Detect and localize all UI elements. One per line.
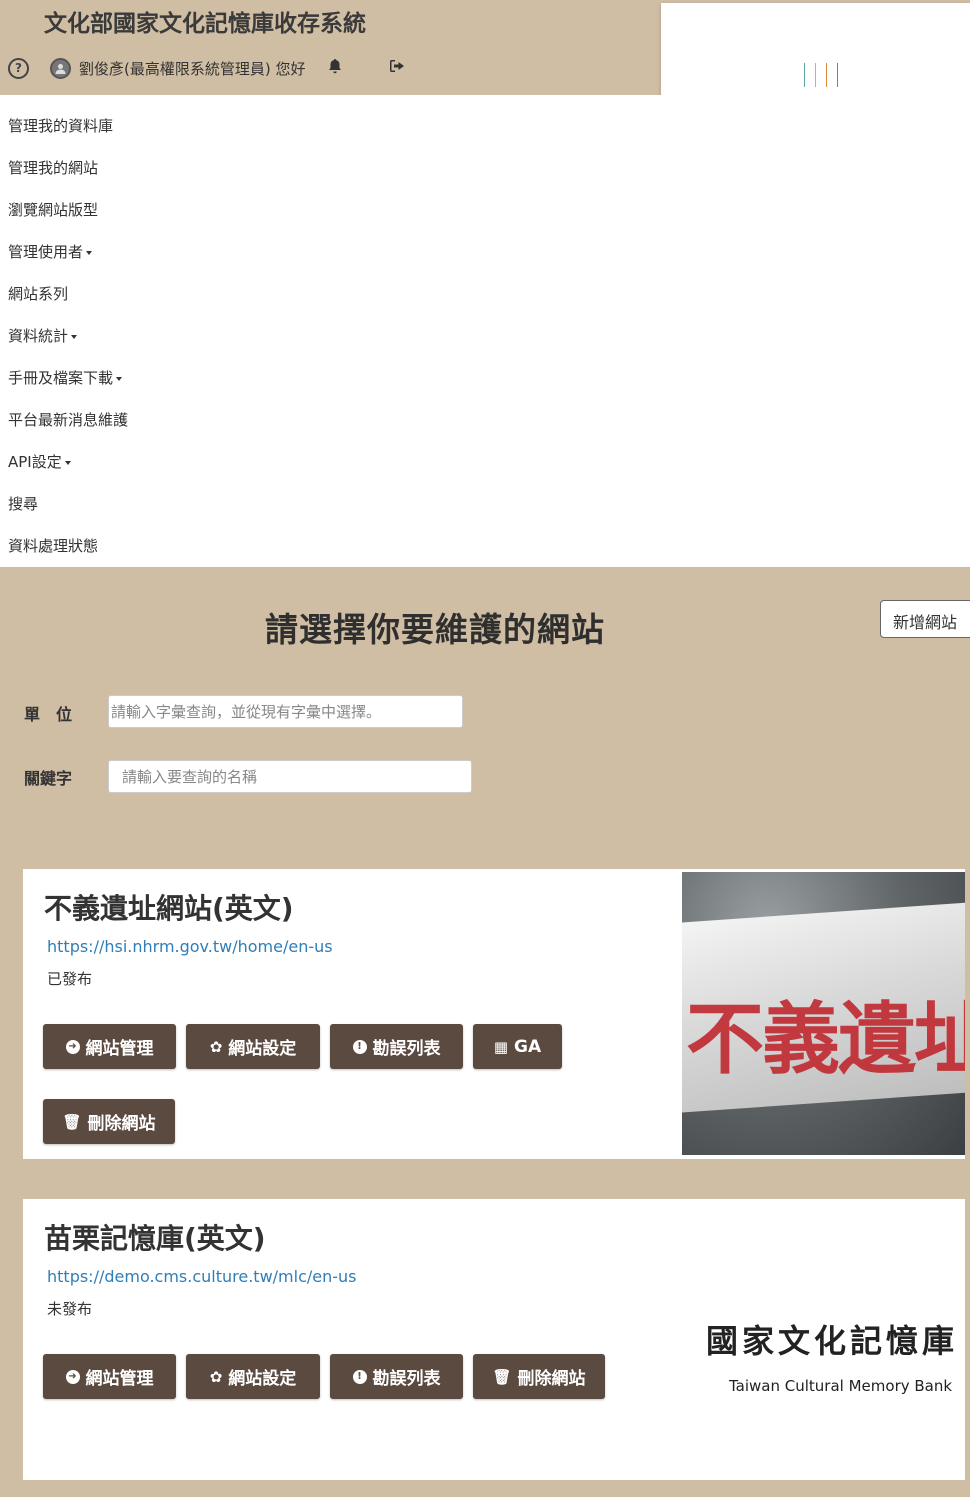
nav-item-processing-status[interactable]: 資料處理狀態 (8, 535, 98, 556)
unit-label: 單 位 (24, 705, 73, 724)
table-icon: ▦ (493, 1037, 509, 1056)
button-label: GA (514, 1036, 542, 1057)
arrow-circle-right-icon: ➜ (65, 1369, 80, 1384)
nav-item-label: 管理我的網站 (8, 159, 99, 177)
errata-list-button[interactable]: ! 勘誤列表 (330, 1354, 463, 1399)
nav-item-label: 網站系列 (8, 285, 69, 303)
site-card: 苗栗記憶庫(英文) https://demo.cms.culture.tw/ml… (23, 1199, 965, 1480)
exclamation-circle-icon: ! (352, 1369, 367, 1384)
site-status: 未發布 (47, 1300, 93, 1318)
site-url-link[interactable]: https://hsi.nhrm.gov.tw/home/en-us (47, 937, 333, 956)
button-label: 網站設定 (228, 1369, 297, 1389)
nav-item-statistics[interactable]: 資料統計 (8, 325, 78, 346)
trash-icon: 🗑 (492, 1367, 512, 1386)
site-settings-button[interactable]: ✿ 網站設定 (186, 1024, 320, 1069)
button-label: 刪除網站 (87, 1114, 156, 1134)
gear-icon: ✿ (209, 1367, 223, 1386)
logout-icon[interactable] (389, 59, 405, 77)
thumbnail-text: 不義遺址 (686, 994, 965, 1085)
arrow-circle-right-icon: ➜ (65, 1039, 80, 1054)
nav-item-search[interactable]: 搜尋 (8, 493, 38, 514)
user-greeting: 劉俊彥(最高權限系統管理員) 您好 (79, 59, 306, 78)
unit-input[interactable] (108, 695, 463, 728)
caret-down-icon (64, 460, 71, 465)
button-label: 網站管理 (85, 1369, 154, 1389)
nav-item-api-settings[interactable]: API設定 (8, 451, 71, 472)
delete-site-button[interactable]: 🗑 刪除網站 (43, 1099, 175, 1144)
nav-item-label: 資料處理狀態 (8, 537, 99, 555)
manage-site-button[interactable]: ➜ 網站管理 (43, 1354, 176, 1399)
logo-bar (837, 63, 838, 87)
button-label: 網站管理 (85, 1039, 154, 1059)
logo-bar (804, 63, 805, 87)
nav-item-downloads[interactable]: 手冊及檔案下載 (8, 367, 123, 388)
nav-item-label: 資料統計 (8, 327, 69, 345)
site-thumbnail-image: 不義遺址 (682, 872, 965, 1155)
trash-icon: 🗑 (62, 1112, 82, 1131)
site-settings-button[interactable]: ✿ 網站設定 (186, 1354, 320, 1399)
button-label: 刪除網站 (517, 1369, 586, 1389)
errata-list-button[interactable]: ! 勘誤列表 (330, 1024, 463, 1069)
nav-item-manage-site[interactable]: 管理我的網站 (8, 157, 98, 178)
nav-item-label: 管理使用者 (8, 243, 84, 261)
nav-item-site-series[interactable]: 網站系列 (8, 283, 68, 304)
main-nav: 管理我的資料庫 管理我的網站 瀏覽網站版型 管理使用者 網站系列 資料統計 手冊… (0, 95, 970, 567)
logo-bar (826, 63, 827, 87)
app-title: 文化部國家文化記憶庫收存系統 (44, 11, 366, 37)
caret-down-icon (71, 334, 78, 339)
site-title: 苗栗記憶庫(英文) (44, 1222, 266, 1255)
nav-item-news-maintenance[interactable]: 平台最新消息維護 (8, 409, 128, 430)
delete-site-button[interactable]: 🗑 刪除網站 (473, 1354, 605, 1399)
notification-bell-icon[interactable] (327, 58, 343, 79)
keyword-input[interactable] (108, 760, 472, 793)
brand-logo-english: Taiwan Cultural Memory Bank (729, 1377, 953, 1395)
ga-button[interactable]: ▦ GA (473, 1024, 562, 1069)
site-card: 不義遺址網站(英文) https://hsi.nhrm.gov.tw/home/… (23, 869, 965, 1159)
nav-item-label: 平台最新消息維護 (8, 411, 129, 429)
nav-item-manage-users[interactable]: 管理使用者 (8, 241, 93, 262)
site-status: 已發布 (47, 970, 93, 988)
brand-logo-chinese: 國家文化記憶庫 (706, 1322, 959, 1360)
site-title: 不義遺址網站(英文) (44, 892, 294, 925)
nav-item-label: 瀏覽網站版型 (8, 201, 99, 219)
page-title: 請選擇你要維護的網站 (265, 610, 605, 649)
help-icon[interactable]: ? (8, 57, 29, 79)
gear-icon: ✿ (209, 1037, 223, 1056)
exclamation-circle-icon: ! (352, 1039, 367, 1054)
logo-icon (804, 63, 838, 87)
button-label: 勘誤列表 (372, 1369, 441, 1389)
user-bar: ? 劉俊彥(最高權限系統管理員) 您好 (8, 56, 405, 80)
site-url-link[interactable]: https://demo.cms.culture.tw/mlc/en-us (47, 1267, 357, 1286)
add-site-button[interactable]: 新增網站 (880, 600, 970, 638)
caret-down-icon (86, 250, 93, 255)
nav-item-browse-templates[interactable]: 瀏覽網站版型 (8, 199, 98, 220)
nav-item-label: 搜尋 (8, 495, 39, 513)
keyword-label: 關鍵字 (24, 769, 73, 788)
caret-down-icon (116, 376, 123, 381)
button-label: 勘誤列表 (372, 1039, 441, 1059)
nav-item-manage-database[interactable]: 管理我的資料庫 (8, 115, 113, 136)
nav-item-label: API設定 (8, 453, 62, 471)
user-avatar-icon (50, 57, 71, 79)
logo-bar (815, 63, 816, 87)
button-label: 網站設定 (228, 1039, 297, 1059)
nav-item-label: 管理我的資料庫 (8, 117, 114, 135)
nav-item-label: 手冊及檔案下載 (8, 369, 114, 387)
manage-site-button[interactable]: ➜ 網站管理 (43, 1024, 176, 1069)
